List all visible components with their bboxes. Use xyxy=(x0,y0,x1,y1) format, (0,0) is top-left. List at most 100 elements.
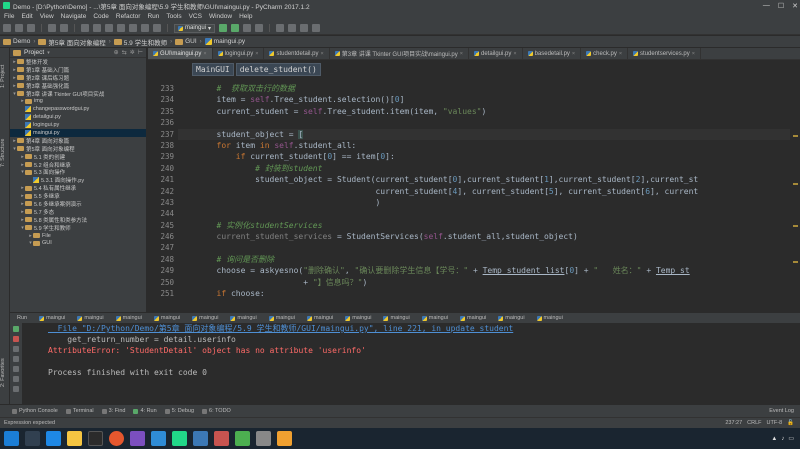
tree-item-folder[interactable]: ▸ 整体开发 xyxy=(10,58,146,66)
tree-item-folder[interactable]: ▸ 5.1 类的创建 xyxy=(10,153,146,161)
paste-icon[interactable] xyxy=(105,24,113,32)
undo-icon[interactable] xyxy=(48,24,56,32)
menu-tools[interactable]: Tools xyxy=(166,13,181,20)
tree-item-file[interactable]: changepasswordgui.py xyxy=(10,105,146,113)
warning-marker[interactable] xyxy=(793,135,798,137)
tree-item-folder[interactable]: ▸ 5.4 私有属性继承 xyxy=(10,184,146,192)
close-tab-icon[interactable]: × xyxy=(321,51,324,57)
menu-help[interactable]: Help xyxy=(239,13,252,20)
close-tab-icon[interactable]: × xyxy=(692,51,695,57)
run-tab[interactable]: maingui xyxy=(150,315,184,321)
breadcrumb-method[interactable]: delete_student() xyxy=(235,63,321,76)
breadcrumb-item[interactable]: 5.9 学生和教师 xyxy=(113,37,167,47)
edge-browser-icon[interactable] xyxy=(46,431,61,446)
settings-icon[interactable] xyxy=(276,24,285,32)
volume-icon[interactable]: ♪ xyxy=(781,436,784,442)
stop-icon[interactable] xyxy=(13,336,19,342)
tree-item-folder[interactable]: ▸ 第2章 课后练习题 xyxy=(10,74,146,82)
menu-run[interactable]: Run xyxy=(147,13,159,20)
warning-marker[interactable] xyxy=(793,225,798,227)
run-tab[interactable]: maingui xyxy=(303,315,337,321)
sdk-manager-icon[interactable] xyxy=(300,24,309,32)
tree-item-folder[interactable]: ▸ 5.7 多态 xyxy=(10,208,146,216)
python-icon[interactable] xyxy=(193,431,208,446)
tree-item-folder[interactable]: ▾ 5.3 面向操作 xyxy=(10,168,146,176)
back-icon[interactable] xyxy=(141,24,149,32)
tree-item-file[interactable]: maingui.py xyxy=(10,129,146,137)
breadcrumb-class[interactable]: MainGUI xyxy=(192,63,234,76)
save-all-icon[interactable] xyxy=(15,24,23,32)
close-tab-icon[interactable]: × xyxy=(513,51,516,57)
warning-marker[interactable] xyxy=(793,183,798,185)
task-view-icon[interactable] xyxy=(88,431,103,446)
run-tab[interactable]: 4: Run xyxy=(133,408,157,414)
minimize-button[interactable]: — xyxy=(763,2,770,9)
pycharm-icon[interactable] xyxy=(172,431,187,446)
tree-item-folder[interactable]: ▾ 第5章 面向对象编程 xyxy=(10,145,146,153)
close-tab-icon[interactable]: × xyxy=(460,51,463,57)
help-icon[interactable] xyxy=(312,24,321,32)
run-tab[interactable]: maingui xyxy=(35,315,69,321)
run-tab[interactable]: maingui xyxy=(533,315,567,321)
editor-tab[interactable]: 第3章 讲课 Tkinter GUI项目实战\maingui.py × xyxy=(330,48,469,59)
code-area[interactable]: # 获取双击行的数据 item = self.Tree_student.sele… xyxy=(178,83,790,299)
run-tab[interactable]: maingui xyxy=(226,315,260,321)
run-tab[interactable]: maingui xyxy=(265,315,299,321)
hide-panel-icon[interactable]: ⊢ xyxy=(138,49,143,56)
open-folder-icon[interactable] xyxy=(3,24,11,32)
run-tab[interactable]: maingui xyxy=(188,315,222,321)
editor-tab[interactable]: detailgui.py × xyxy=(469,48,523,59)
breadcrumb-item[interactable]: Demo xyxy=(3,38,30,45)
breadcrumb-item[interactable]: maingui.py xyxy=(204,38,245,45)
copy-icon[interactable] xyxy=(93,24,101,32)
replace-icon[interactable] xyxy=(129,24,137,32)
tree-item-folder[interactable]: ▸ 5.8 类属性和类参方法 xyxy=(10,216,146,224)
file-explorer-icon[interactable] xyxy=(67,431,82,446)
maximize-button[interactable]: ☐ xyxy=(778,2,784,10)
pin-icon[interactable] xyxy=(13,386,19,392)
menu-navigate[interactable]: Navigate xyxy=(61,13,87,20)
run-console-output[interactable]: File "D:/Python/Demo/第5章 面向对象编程/5.9 学生和教… xyxy=(22,323,800,404)
structure-tool-tab[interactable]: 7: Structure xyxy=(0,128,10,178)
find-tab[interactable]: 3: Find xyxy=(101,408,125,414)
run-tab[interactable]: maingui xyxy=(379,315,413,321)
coverage-icon[interactable] xyxy=(243,24,252,32)
close-tab-icon[interactable]: × xyxy=(619,51,622,57)
run-tab[interactable]: maingui xyxy=(456,315,490,321)
close-tab-icon[interactable]: × xyxy=(255,51,258,57)
collapse-all-icon[interactable]: ⇆ xyxy=(122,49,127,56)
cut-icon[interactable] xyxy=(81,24,89,32)
python-console-tab[interactable]: Python Console xyxy=(12,408,58,414)
tree-item-folder[interactable]: ▾ 5.9 学生和教师 xyxy=(10,224,146,232)
app-icon[interactable] xyxy=(214,431,229,446)
tree-item-file[interactable]: logingui.py xyxy=(10,121,146,129)
chrome-icon[interactable] xyxy=(109,431,124,446)
menu-code[interactable]: Code xyxy=(93,13,109,20)
menu-window[interactable]: Window xyxy=(209,13,232,20)
notification-icon[interactable]: ▭ xyxy=(788,435,794,442)
editor-tab[interactable]: GUI\maingui.py × xyxy=(148,48,213,59)
tree-item-folder[interactable]: ▸ 5.6 多继承案例演示 xyxy=(10,200,146,208)
close-button[interactable]: ✕ xyxy=(792,2,798,10)
soft-wrap-icon[interactable] xyxy=(13,356,19,362)
tree-item-file[interactable]: 5.3.1 面向操作.py xyxy=(10,176,146,184)
tree-item-file[interactable]: detailgui.py xyxy=(10,113,146,121)
editor-tab[interactable]: logingui.py × xyxy=(213,48,265,59)
editor-tab[interactable]: studentdetail.py × xyxy=(264,48,330,59)
tree-item-folder[interactable]: ▸ 第1章 基础入门篇 xyxy=(10,66,146,74)
code-editor[interactable]: MainGUI delete_student() 233 234 235 236 237… xyxy=(148,61,800,312)
tree-item-folder[interactable]: ▸ 5.2 组合和继承 xyxy=(10,161,146,169)
editor-tab[interactable]: studentservices.py × xyxy=(628,48,701,59)
caret-position[interactable]: 237:27 xyxy=(725,420,742,426)
menu-file[interactable]: File xyxy=(4,13,14,20)
run-tab[interactable]: maingui xyxy=(112,315,146,321)
print-icon[interactable] xyxy=(13,366,19,372)
app-icon[interactable] xyxy=(235,431,250,446)
run-config-select[interactable]: maingui ▾ xyxy=(174,23,216,33)
run-tab[interactable]: maingui xyxy=(418,315,452,321)
console-link-line[interactable]: File "D:/Python/Demo/第5章 面向对象编程/5.9 学生和教… xyxy=(48,323,800,334)
editor-tab[interactable]: check.py × xyxy=(581,48,629,59)
sync-icon[interactable] xyxy=(27,24,35,32)
debug-icon[interactable] xyxy=(231,24,240,32)
event-log-button[interactable]: Event Log xyxy=(769,408,794,414)
